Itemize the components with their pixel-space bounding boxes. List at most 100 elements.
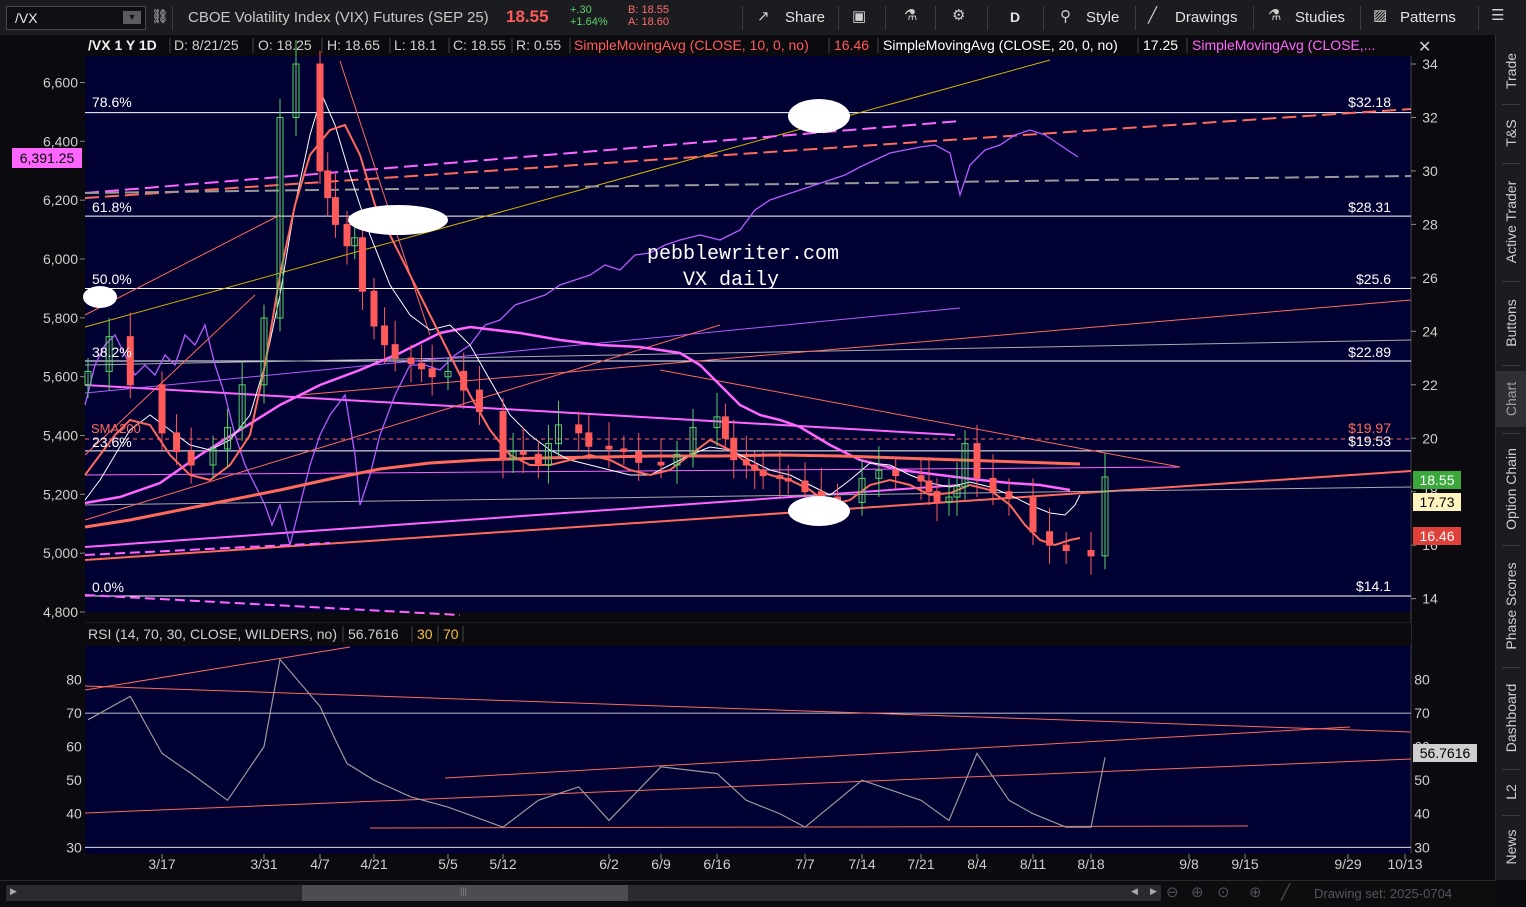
left-axis-tick-label: 5,400 [43,427,78,443]
level-256-label: $25.6 [1356,271,1391,287]
pencil-icon[interactable]: ╱ [1281,883,1290,901]
sidebar-tab-dashboard[interactable]: Dashboard [1496,673,1526,763]
sidebar-tab-buttons[interactable]: Buttons [1496,287,1526,359]
style-icon[interactable]: ⚲ [1060,7,1071,25]
sidebar-tab-chart[interactable]: Chart [1496,371,1526,427]
symbol-input[interactable]: /VX ▼ [6,6,146,30]
drawings-icon[interactable]: ╱ [1148,6,1157,24]
studies-icon[interactable]: ⚗ [1268,6,1281,24]
expand-collapse-icon[interactable]: ✕ [1418,39,1431,56]
toolbar-divider [838,6,839,30]
toolbar-divider [1478,6,1479,30]
candle-body [519,451,527,455]
date-axis-tick-label: 8/4 [967,856,987,872]
toolbar-divider [1135,6,1136,30]
studies-button[interactable]: Studies [1295,9,1345,26]
sidebar-divider [1502,281,1520,282]
rsi-axis-tick-label: 80 [66,672,82,688]
level-2289-label: $22.89 [1348,344,1391,360]
rsi-axis-tick-label: 30 [1414,839,1430,855]
right-axis-tick-label: 28 [1422,216,1438,232]
sidebar-tab-label: Option Chain [1503,448,1519,530]
sidebar-tab-trade[interactable]: Trade [1496,43,1526,99]
toolbar-divider [1253,6,1254,30]
sma20-legend-value: 17.25 [1143,37,1178,53]
candle-body [324,170,332,199]
share-button[interactable]: Share [785,9,825,26]
scroll-left-icon[interactable]: ▶ [10,886,17,897]
date-axis-tick-label: 6/16 [703,856,730,872]
date-axis-tick-label: 9/29 [1334,856,1361,872]
left-axis-tick-label: 5,600 [43,369,78,385]
chart-title: /VX 1 Y 1D [88,37,157,53]
left-axis-tick-label: 6,600 [43,74,78,90]
menu-icon[interactable]: ☰ [1491,6,1504,24]
scroll-right-arrow-icon[interactable]: ▶ [1150,886,1157,897]
rsi-badge: 56.7616 [1420,745,1471,761]
right-axis-tick-label: 30 [1422,163,1438,179]
sidebar-divider [1502,815,1520,816]
drawings-button[interactable]: Drawings [1175,9,1238,26]
left-axis-tick-label: 6,000 [43,251,78,267]
rsi-axis-tick-label: 70 [66,705,82,721]
zoom-fit-icon[interactable]: ⊙ [1217,883,1230,901]
rsi-axis-tick-label: 30 [66,839,82,855]
header-date: D: 8/21/25 [174,37,239,53]
candle-body [370,290,378,327]
candle-body [759,469,767,477]
sidebar-tab-option-chain[interactable]: Option Chain [1496,439,1526,539]
flask-icon[interactable]: ⚗ [904,6,917,24]
scroll-left-arrow-icon[interactable]: ◀ [1131,886,1138,897]
period-button[interactable]: D [1010,9,1020,25]
sidebar-tab-active-trader[interactable]: Active Trader [1496,169,1526,275]
bid-value: B: 18.55 [628,4,669,16]
sidebar-tab-l2[interactable]: L2 [1496,775,1526,809]
candle-body [730,437,738,461]
candle-body [381,325,389,346]
change-value: +.30 [570,4,592,16]
sidebar-tab-ts[interactable]: T&S [1496,109,1526,157]
watermark-line1: pebblewriter.com [647,243,839,266]
date-axis-tick-label: 6/9 [651,856,671,872]
crosshair-icon[interactable]: ⊕ [1249,883,1262,901]
sidebar-divider [1502,365,1520,366]
candle-body [391,344,399,359]
candle-body [575,424,583,434]
date-axis-tick-label: 3/31 [250,856,277,872]
candle-body [776,475,784,479]
rsi-axis-tick-label: 40 [66,806,82,822]
candle-body [784,477,792,482]
style-button[interactable]: Style [1086,9,1119,26]
rsi-panel [85,646,1411,854]
sidebar-tab-news[interactable]: News [1496,821,1526,873]
zoom-out-icon[interactable]: ⊖ [1166,883,1179,901]
annotation-ellipse [83,286,117,308]
patterns-button[interactable]: Patterns [1400,9,1456,26]
share-icon[interactable]: ↗ [757,7,770,25]
last-price: 18.55 [506,7,549,26]
patterns-icon[interactable]: ▨ [1373,6,1387,24]
fib-382-label: 38.2% [92,344,132,360]
gear-icon[interactable]: ⚙ [952,6,965,24]
sidebar-tab-phase-scores[interactable]: Phase Scores [1496,551,1526,661]
chart-settings-icon[interactable]: ▣ [852,7,866,25]
annotation-ellipse [788,99,850,133]
date-axis-tick-label: 4/7 [310,856,330,872]
right-axis-tick-label: 26 [1422,270,1438,286]
candle-body [635,451,643,463]
right-axis-tick-label: 32 [1422,109,1438,125]
candle-body [892,469,900,477]
toolbar-divider [742,6,743,30]
header-low: L: 18.1 [394,37,437,53]
date-axis-tick-label: 7/7 [795,856,815,872]
sidebar-divider [1502,769,1520,770]
candle-body [158,384,166,434]
rsi-title: RSI (14, 70, 30, CLOSE, WILDERS, no) [88,626,337,642]
sidebar-tab-label: T&S [1503,119,1519,147]
header-high: H: 18.65 [327,37,380,53]
zoom-in-icon[interactable]: ⊕ [1191,883,1204,901]
price-chart[interactable]: /VX 1 Y 1D D: 8/21/25 O: 18.25 H: 18.65 … [0,35,1496,880]
symbol-dropdown-icon[interactable]: ▼ [123,11,141,24]
link-chain-icon[interactable]: ⛓ [151,8,169,25]
fib-786-label: 78.6% [92,94,132,110]
